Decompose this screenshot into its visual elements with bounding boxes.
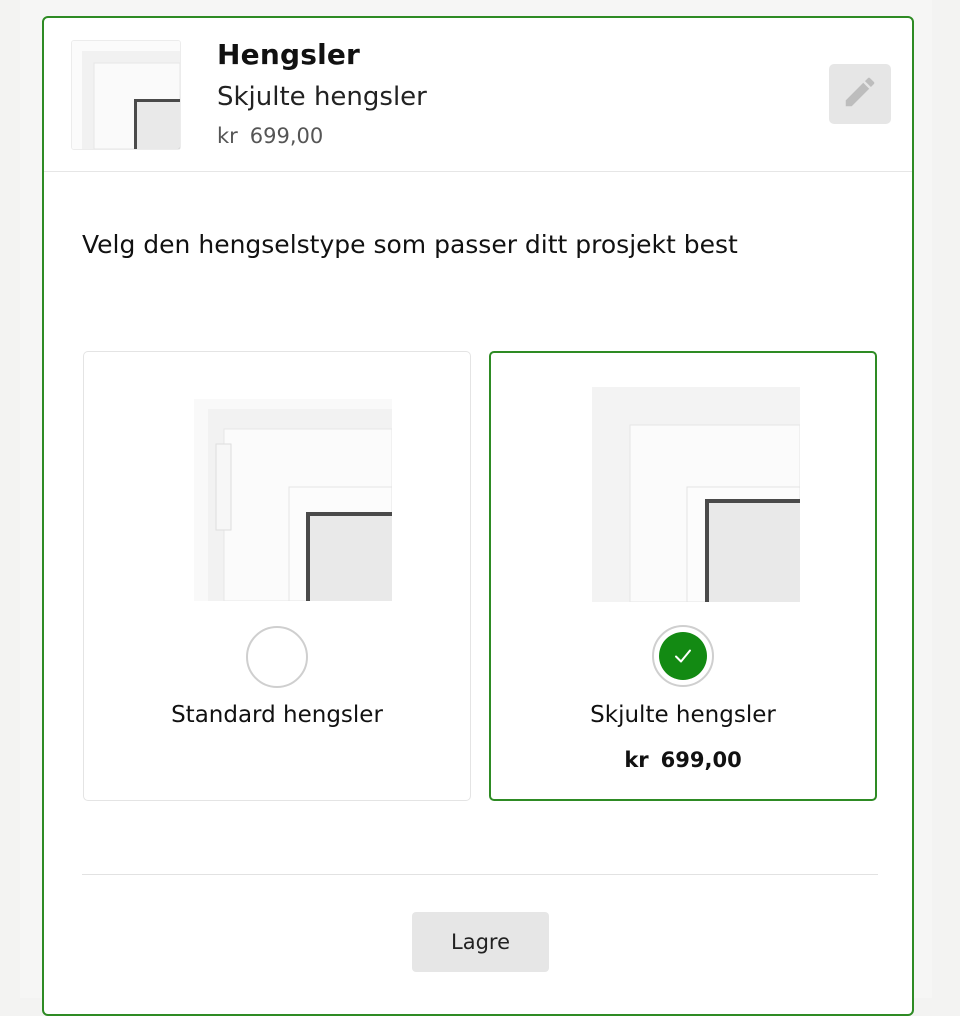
- check-icon: [659, 632, 707, 680]
- pencil-icon: [841, 73, 879, 115]
- option-card-standard-hinges[interactable]: Standard hengsler: [83, 351, 471, 801]
- summary-price: kr 699,00: [217, 124, 323, 148]
- option-price-value: 699,00: [660, 748, 742, 772]
- selection-summary: Hengsler Skjulte hengsler kr 699,00: [44, 18, 912, 172]
- option-label: Standard hengsler: [171, 702, 383, 728]
- option-price: kr 699,00: [491, 748, 875, 772]
- save-button[interactable]: Lagre: [412, 912, 549, 972]
- radio-unselected[interactable]: [246, 626, 308, 688]
- summary-selected-option: Skjulte hengsler: [217, 82, 427, 112]
- summary-currency: kr: [217, 124, 238, 148]
- option-image: [194, 399, 393, 602]
- question-heading: Velg den hengselstype som passer ditt pr…: [82, 230, 738, 259]
- divider: [82, 874, 878, 875]
- radio-selected[interactable]: [652, 625, 714, 687]
- option-label: Skjulte hengsler: [590, 702, 776, 728]
- summary-title: Hengsler: [217, 38, 361, 71]
- edit-button[interactable]: [829, 64, 891, 124]
- option-currency: kr: [624, 748, 649, 772]
- hinge-configurator-card: Hengsler Skjulte hengsler kr 699,00 Velg …: [42, 16, 914, 1016]
- summary-thumbnail: [71, 40, 181, 150]
- summary-price-value: 699,00: [249, 124, 324, 148]
- option-image: [592, 387, 801, 603]
- option-card-hidden-hinges[interactable]: Skjulte hengsler kr 699,00: [489, 351, 877, 801]
